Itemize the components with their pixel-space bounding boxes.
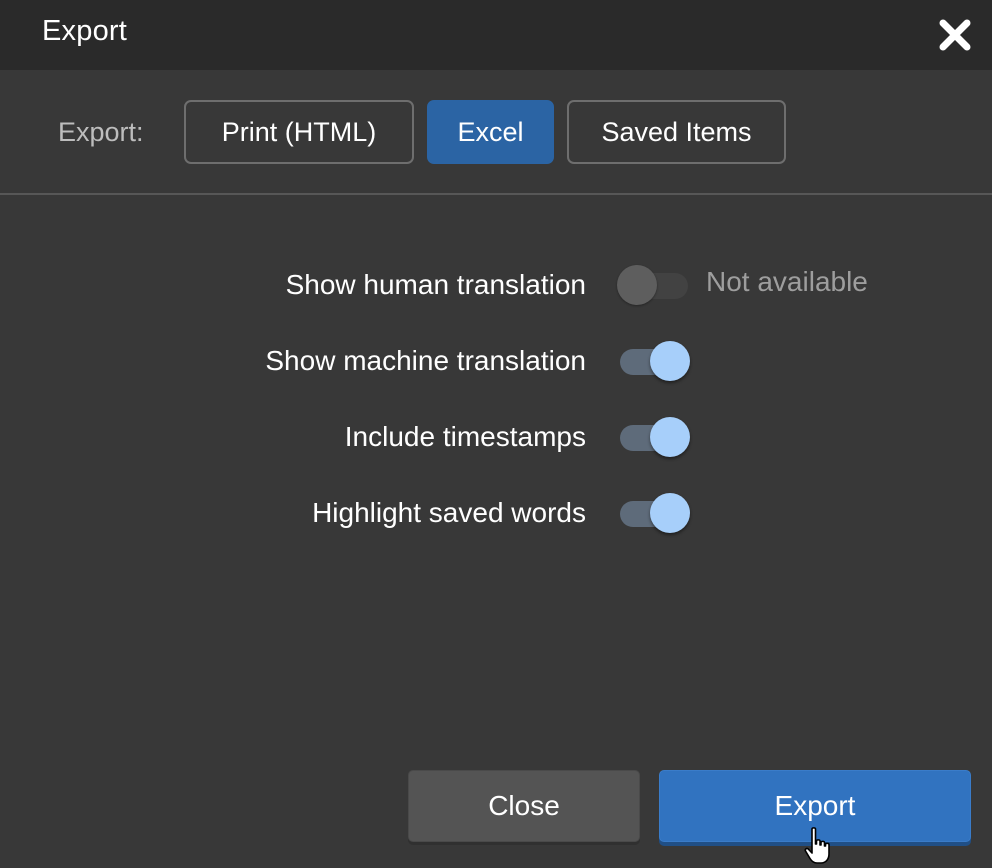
not-available-note: Not available bbox=[706, 266, 868, 297]
option-label: Show human translation bbox=[285, 269, 586, 300]
format-saved-items-button[interactable]: Saved Items bbox=[567, 100, 786, 164]
option-label: Highlight saved words bbox=[312, 497, 586, 528]
close-button[interactable]: Close bbox=[408, 770, 640, 842]
export-format-row: Export: Print (HTML) Excel Saved Items bbox=[0, 100, 992, 164]
format-print-html-button[interactable]: Print (HTML) bbox=[184, 100, 414, 164]
export-dialog: Export Export: Print (HTML) Excel Saved … bbox=[0, 0, 992, 868]
dialog-titlebar: Export bbox=[0, 0, 992, 70]
machine-translation-toggle[interactable] bbox=[620, 337, 692, 385]
export-button[interactable]: Export bbox=[659, 770, 971, 842]
option-row-human-translation: Show human translation Not available bbox=[0, 261, 992, 309]
timestamps-toggle[interactable] bbox=[620, 413, 692, 461]
highlight-saved-words-toggle[interactable] bbox=[620, 489, 692, 537]
option-row-timestamps: Include timestamps bbox=[0, 413, 992, 461]
toggle-knob bbox=[650, 341, 690, 381]
section-divider bbox=[0, 193, 992, 195]
toggle-knob bbox=[617, 265, 657, 305]
human-translation-toggle[interactable] bbox=[617, 261, 692, 309]
option-label: Include timestamps bbox=[344, 421, 586, 452]
dialog-title: Export bbox=[42, 15, 128, 47]
toggle-knob bbox=[650, 417, 690, 457]
export-format-label: Export: bbox=[58, 117, 144, 147]
close-icon[interactable] bbox=[936, 16, 974, 54]
option-row-machine-translation: Show machine translation bbox=[0, 337, 992, 385]
option-label: Show machine translation bbox=[265, 345, 586, 376]
toggle-knob bbox=[650, 493, 690, 533]
option-row-highlight-saved-words: Highlight saved words bbox=[0, 489, 992, 537]
format-excel-button[interactable]: Excel bbox=[427, 100, 554, 164]
